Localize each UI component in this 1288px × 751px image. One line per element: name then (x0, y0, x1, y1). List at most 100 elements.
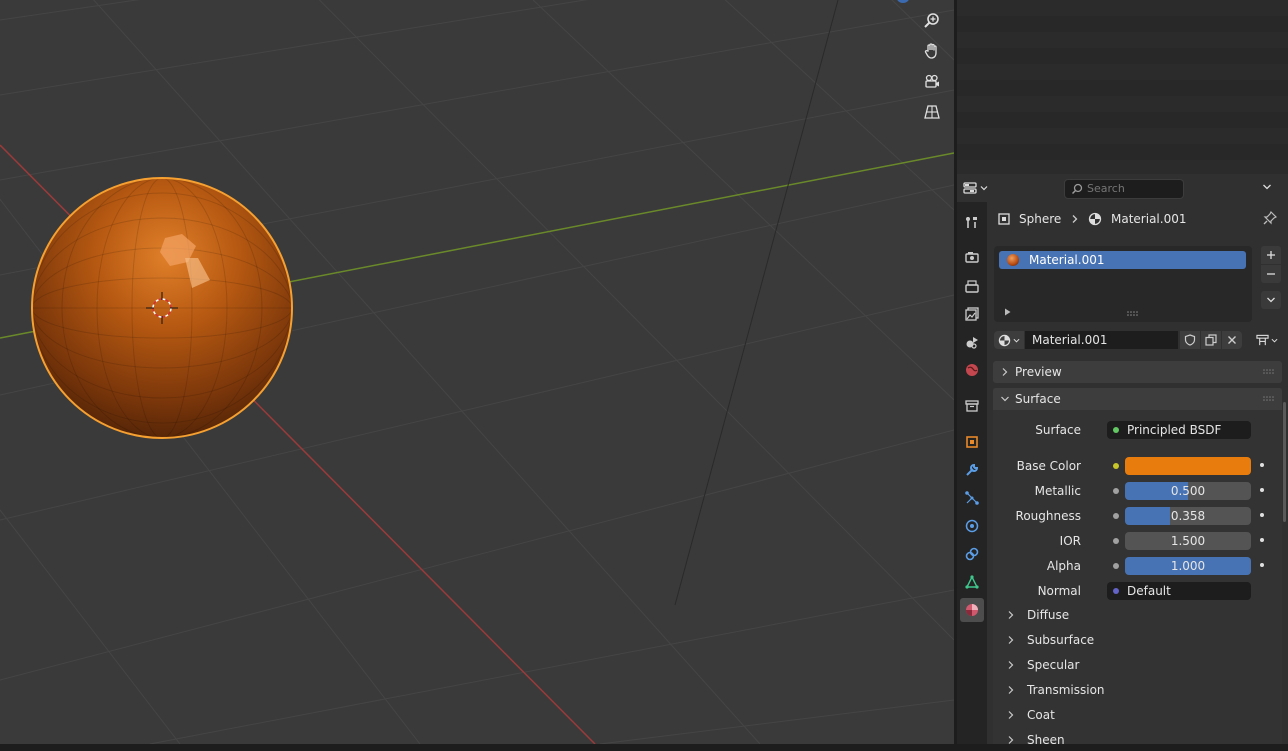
base-color-swatch[interactable] (1125, 457, 1251, 475)
search-field[interactable] (1064, 179, 1184, 199)
keyframe-dot-icon[interactable] (1260, 463, 1264, 467)
remove-slot-button[interactable] (1261, 265, 1281, 283)
drag-handle-icon[interactable] (1263, 396, 1275, 402)
normal-selector[interactable]: Default (1107, 582, 1251, 600)
ior-field[interactable]: 1.500 (1125, 532, 1251, 550)
material-browse-button[interactable] (994, 331, 1024, 349)
chevron-down-icon (1263, 184, 1271, 190)
alpha-label: Alpha (1046, 559, 1081, 573)
outliner-panel[interactable] (957, 0, 1288, 176)
chevron-right-icon (1008, 636, 1014, 644)
subpanel-subsurface[interactable]: Subsurface (1001, 629, 1271, 651)
resize-grip-icon[interactable] (1127, 311, 1139, 317)
keyframe-dot-icon[interactable] (1260, 538, 1264, 542)
expand-triangle-icon[interactable] (1004, 308, 1012, 316)
node-tree-dropdown[interactable] (1253, 331, 1281, 349)
metallic-slider[interactable]: 0.500 (1125, 482, 1251, 500)
surface-shader-selector[interactable]: Principled BSDF (1107, 421, 1251, 439)
ior-value: 1.500 (1170, 534, 1206, 548)
properties-header (957, 174, 1288, 202)
plus-icon (1267, 251, 1275, 259)
material-icon (1088, 212, 1102, 226)
subpanel-label: Diffuse (1027, 608, 1070, 622)
material-name: Material.001 (1032, 333, 1108, 347)
keyframe-dot-icon[interactable] (1260, 563, 1264, 567)
metallic-label: Metallic (1034, 484, 1081, 498)
options-dropdown[interactable] (1262, 181, 1278, 195)
shader-socket-icon (1113, 427, 1119, 433)
material-slot-list[interactable]: Material.001 (994, 246, 1252, 322)
object-icon[interactable] (960, 430, 984, 454)
unlink-material-button[interactable] (1222, 331, 1242, 349)
collection-icon[interactable] (960, 394, 984, 418)
tool-icon[interactable] (960, 210, 984, 234)
alpha-slider[interactable]: 1.000 (1125, 557, 1251, 575)
render-icon[interactable] (960, 245, 984, 269)
camera-guide-line (674, 0, 839, 606)
add-slot-button[interactable] (1261, 246, 1281, 264)
subpanel-coat[interactable]: Coat (1001, 704, 1271, 726)
physics-icon[interactable] (960, 514, 984, 538)
scrollbar[interactable] (1283, 402, 1286, 522)
minus-icon (1267, 273, 1275, 275)
duplicate-material-button[interactable] (1201, 331, 1221, 349)
properties-editor[interactable]: Sphere Material.001 Material.001 Materia… (957, 174, 1288, 747)
camera-icon[interactable] (918, 69, 946, 95)
roughness-slider[interactable]: 0.358 (1125, 507, 1251, 525)
pin-icon[interactable] (1263, 210, 1279, 227)
sphere-object[interactable] (31, 177, 293, 439)
breadcrumb-object: Sphere (1019, 212, 1062, 226)
grid-perspective-icon[interactable] (918, 99, 946, 125)
scene-icon[interactable] (960, 330, 984, 354)
roughness-label: Roughness (1015, 509, 1081, 523)
properties-editor-icon (963, 182, 977, 194)
breadcrumb-material: Material.001 (1111, 212, 1187, 226)
subpanel-sheen[interactable]: Sheen (1001, 729, 1271, 751)
chevron-down-icon (1001, 396, 1009, 402)
modifier-icon[interactable] (960, 458, 984, 482)
metallic-value: 0.500 (1170, 484, 1206, 498)
shield-icon (1184, 334, 1196, 346)
panel-surface-header[interactable]: Surface (993, 388, 1282, 410)
keyframe-dot-icon[interactable] (1260, 513, 1264, 517)
gizmo-axis-ball[interactable] (896, 0, 910, 3)
particles-icon[interactable] (960, 486, 984, 510)
output-icon[interactable] (960, 274, 984, 298)
3d-viewport[interactable] (0, 0, 954, 744)
subpanel-diffuse[interactable]: Diffuse (1001, 604, 1271, 626)
fake-user-button[interactable] (1180, 331, 1200, 349)
zoom-icon[interactable] (918, 8, 946, 34)
view-layer-icon[interactable] (960, 302, 984, 326)
keyframe-dot-icon[interactable] (1260, 488, 1264, 492)
subpanel-label: Subsurface (1027, 633, 1095, 647)
data-icon[interactable] (960, 570, 984, 594)
float-socket-icon[interactable] (1113, 538, 1119, 544)
float-socket-icon[interactable] (1113, 513, 1119, 519)
panel-title: Preview (1015, 365, 1062, 379)
vector-socket-icon (1113, 588, 1119, 594)
subpanel-specular[interactable]: Specular (1001, 654, 1271, 676)
drag-handle-icon[interactable] (1263, 369, 1275, 375)
subpanel-transmission[interactable]: Transmission (1001, 679, 1271, 701)
hand-pan-icon[interactable] (918, 38, 946, 64)
color-socket-icon[interactable] (1113, 463, 1119, 469)
material-icon[interactable] (960, 598, 984, 622)
float-socket-icon[interactable] (1113, 488, 1119, 494)
float-socket-icon[interactable] (1113, 563, 1119, 569)
slot-specials-button[interactable] (1261, 291, 1281, 309)
surface-shader-value: Principled BSDF (1127, 423, 1222, 437)
list-item[interactable]: Material.001 (999, 251, 1246, 269)
material-name-field[interactable]: Material.001 (1025, 331, 1178, 349)
world-icon[interactable] (960, 358, 984, 382)
search-input[interactable] (1087, 181, 1177, 195)
editor-type-dropdown[interactable] (963, 178, 997, 198)
properties-tabs (957, 202, 987, 744)
chevron-right-icon (1002, 368, 1008, 376)
roughness-value: 0.358 (1170, 509, 1206, 523)
constraints-icon[interactable] (960, 542, 984, 566)
panel-preview-header[interactable]: Preview (993, 361, 1282, 383)
viewport-scene[interactable] (0, 0, 954, 744)
search-icon (1071, 183, 1083, 195)
chevron-right-icon (1008, 736, 1014, 744)
close-icon (1228, 336, 1236, 344)
